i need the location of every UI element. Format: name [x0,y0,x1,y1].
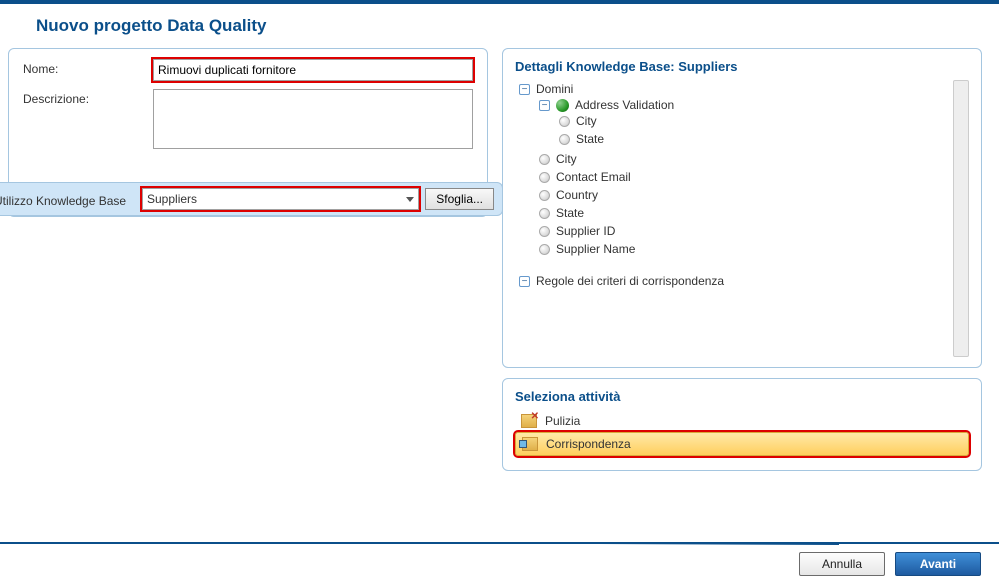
bullet-icon [559,116,570,127]
kb-selected-value: Suppliers [147,192,197,206]
page-title: Nuovo progetto Data Quality [0,4,999,48]
chevron-down-icon [406,197,414,202]
tree-node-state[interactable]: State [576,132,604,146]
description-textarea[interactable] [153,89,473,149]
kb-selector-row: Utilizzo Knowledge Base Suppliers Sfogli… [0,182,503,216]
kb-details-panel: Dettagli Knowledge Base: Suppliers Domin… [502,48,982,368]
project-info-panel: Nome: Descrizione: Utilizzo Knowledge Ba… [8,48,488,217]
tree-node-domains[interactable]: Domini [536,82,573,96]
collapse-icon[interactable] [539,100,550,111]
activity-cleansing-label: Pulizia [545,414,580,428]
tree-node-country[interactable]: Country [556,188,598,202]
bullet-icon [539,226,550,237]
tree-node-state[interactable]: State [556,206,584,220]
bullet-icon [539,208,550,219]
bullet-icon [539,244,550,255]
scrollbar[interactable] [953,80,969,357]
bullet-icon [539,172,550,183]
activity-matching[interactable]: Corrispondenza [515,432,969,456]
select-activity-title: Seleziona attività [515,389,969,404]
matching-icon [522,437,538,451]
collapse-icon[interactable] [519,84,530,95]
tree-node-contact-email[interactable]: Contact Email [556,170,631,184]
collapse-icon[interactable] [519,276,530,287]
bullet-icon [559,134,570,145]
select-activity-panel: Seleziona attività Pulizia Corrispondenz… [502,378,982,471]
tree-node-supplier-id[interactable]: Supplier ID [556,224,615,238]
description-label: Descrizione: [23,89,153,106]
browse-button[interactable]: Sfoglia... [425,188,494,210]
tree-node-supplier-name[interactable]: Supplier Name [556,242,635,256]
bullet-icon [539,190,550,201]
bullet-icon [539,154,550,165]
cleansing-icon [521,414,537,428]
tree-node-city[interactable]: City [556,152,577,166]
next-button[interactable]: Avanti [895,552,981,576]
tree-node-matching-rules[interactable]: Regole dei criteri di corrispondenza [536,274,724,288]
activity-matching-label: Corrispondenza [546,437,631,451]
globe-icon [556,99,569,112]
footer: Annulla Avanti [0,542,999,584]
name-input[interactable] [153,59,473,81]
kb-details-title: Dettagli Knowledge Base: Suppliers [515,59,969,74]
domain-tree[interactable]: Domini Address Validation [515,80,953,357]
activity-cleansing[interactable]: Pulizia [515,410,969,432]
cancel-button[interactable]: Annulla [799,552,885,576]
tree-node-address-validation[interactable]: Address Validation [575,98,674,112]
kb-dropdown[interactable]: Suppliers [142,188,419,210]
tree-node-city[interactable]: City [576,114,597,128]
name-label: Nome: [23,59,153,76]
kb-label: Utilizzo Knowledge Base [0,191,142,208]
